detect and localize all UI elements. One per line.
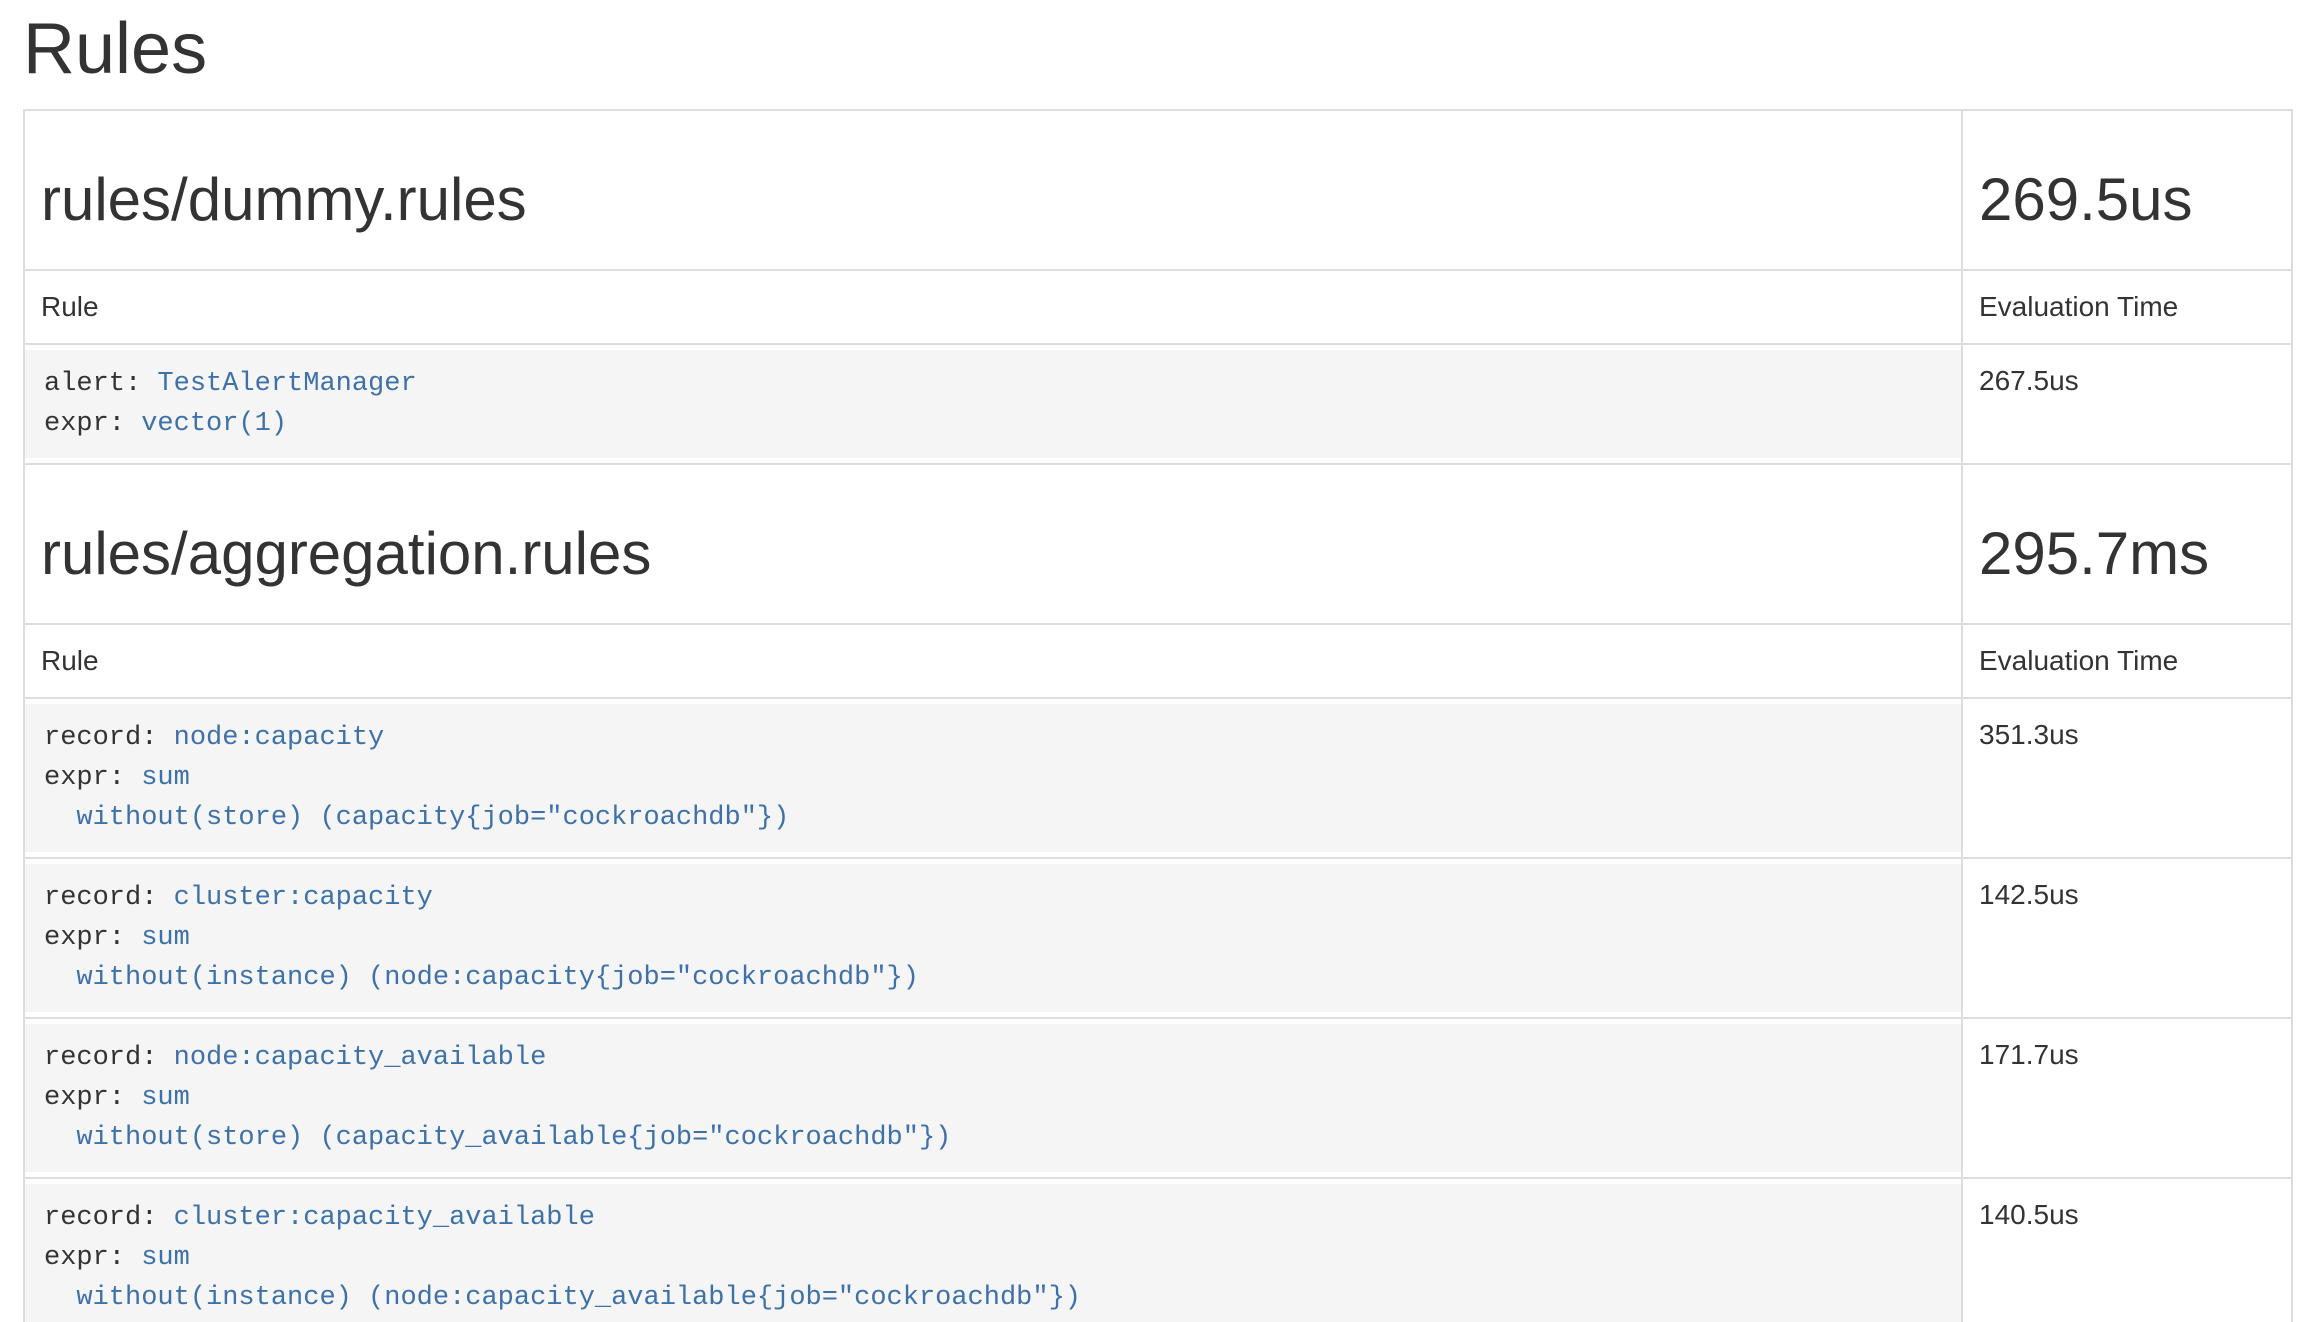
rule-definition-cell: record: cluster:capacity expr: sum witho… xyxy=(24,858,1962,1018)
rule-group-total-eval-time: 295.7ms xyxy=(1979,521,2275,587)
rule-eval-time: 140.5us xyxy=(1962,1178,2292,1322)
rule-definition: record: cluster:capacity expr: sum witho… xyxy=(25,864,1961,1012)
rule-link[interactable]: node:capacity xyxy=(174,723,385,753)
rule-eval-time: 267.5us xyxy=(1962,344,2292,464)
rule-definition: record: node:capacity expr: sum without(… xyxy=(25,704,1961,852)
rule-definition-cell: record: node:capacity_available expr: su… xyxy=(24,1018,1962,1178)
rule-group-header-row: rules/dummy.rules 269.5us xyxy=(24,110,2292,270)
rule-group-header-row: rules/aggregation.rules 295.7ms xyxy=(24,464,2292,624)
eval-time-column-header: Evaluation Time xyxy=(1962,624,2292,698)
rule-eval-time: 171.7us xyxy=(1962,1018,2292,1178)
rule-group-file: rules/aggregation.rules xyxy=(41,521,1945,587)
rule-link[interactable]: sum xyxy=(141,1083,190,1113)
rule-link[interactable]: without(instance) (node:capacity{job="co… xyxy=(76,963,919,993)
rule-column-header: Rule xyxy=(24,624,1962,698)
rule-link[interactable]: sum xyxy=(141,763,190,793)
rule-definition-cell: record: node:capacity expr: sum without(… xyxy=(24,698,1962,858)
rule-link[interactable]: vector(1) xyxy=(141,409,287,439)
rule-column-header: Rule xyxy=(24,270,1962,344)
rule-row: record: node:capacity expr: sum without(… xyxy=(24,698,2292,858)
rules-table: rules/dummy.rules269.5usRuleEvaluation T… xyxy=(23,109,2293,1322)
rule-eval-time: 142.5us xyxy=(1962,858,2292,1018)
rule-link[interactable]: without(store) (capacity_available{job="… xyxy=(76,1123,951,1153)
rule-group-file-cell: rules/dummy.rules xyxy=(24,110,1962,270)
rule-definition: record: cluster:capacity_available expr:… xyxy=(25,1184,1961,1322)
rule-row: alert: TestAlertManager expr: vector(1)2… xyxy=(24,344,2292,464)
rule-link[interactable]: without(store) (capacity{job="cockroachd… xyxy=(76,803,789,833)
rule-group-file: rules/dummy.rules xyxy=(41,167,1945,233)
rule-link[interactable]: without(instance) (node:capacity_availab… xyxy=(76,1283,1081,1313)
rule-group-file-cell: rules/aggregation.rules xyxy=(24,464,1962,624)
rule-link[interactable]: node:capacity_available xyxy=(174,1043,547,1073)
rule-definition: record: node:capacity_available expr: su… xyxy=(25,1024,1961,1172)
page-title: Rules xyxy=(23,10,2293,89)
rule-link[interactable]: cluster:capacity xyxy=(174,883,433,913)
rule-definition-cell: record: cluster:capacity_available expr:… xyxy=(24,1178,1962,1322)
rule-definition-cell: alert: TestAlertManager expr: vector(1) xyxy=(24,344,1962,464)
rule-row: record: cluster:capacity expr: sum witho… xyxy=(24,858,2292,1018)
rule-definition: alert: TestAlertManager expr: vector(1) xyxy=(25,350,1961,458)
rule-eval-time: 351.3us xyxy=(1962,698,2292,858)
rule-link[interactable]: sum xyxy=(141,923,190,953)
rule-group-total-eval-cell: 295.7ms xyxy=(1962,464,2292,624)
rule-link[interactable]: sum xyxy=(141,1243,190,1273)
eval-time-column-header: Evaluation Time xyxy=(1962,270,2292,344)
column-header-row: RuleEvaluation Time xyxy=(24,624,2292,698)
rule-link[interactable]: TestAlertManager xyxy=(157,369,416,399)
rule-row: record: cluster:capacity_available expr:… xyxy=(24,1178,2292,1322)
rule-row: record: node:capacity_available expr: su… xyxy=(24,1018,2292,1178)
rule-link[interactable]: cluster:capacity_available xyxy=(174,1203,595,1233)
rule-group-total-eval-cell: 269.5us xyxy=(1962,110,2292,270)
rule-group-total-eval-time: 269.5us xyxy=(1979,167,2275,233)
column-header-row: RuleEvaluation Time xyxy=(24,270,2292,344)
